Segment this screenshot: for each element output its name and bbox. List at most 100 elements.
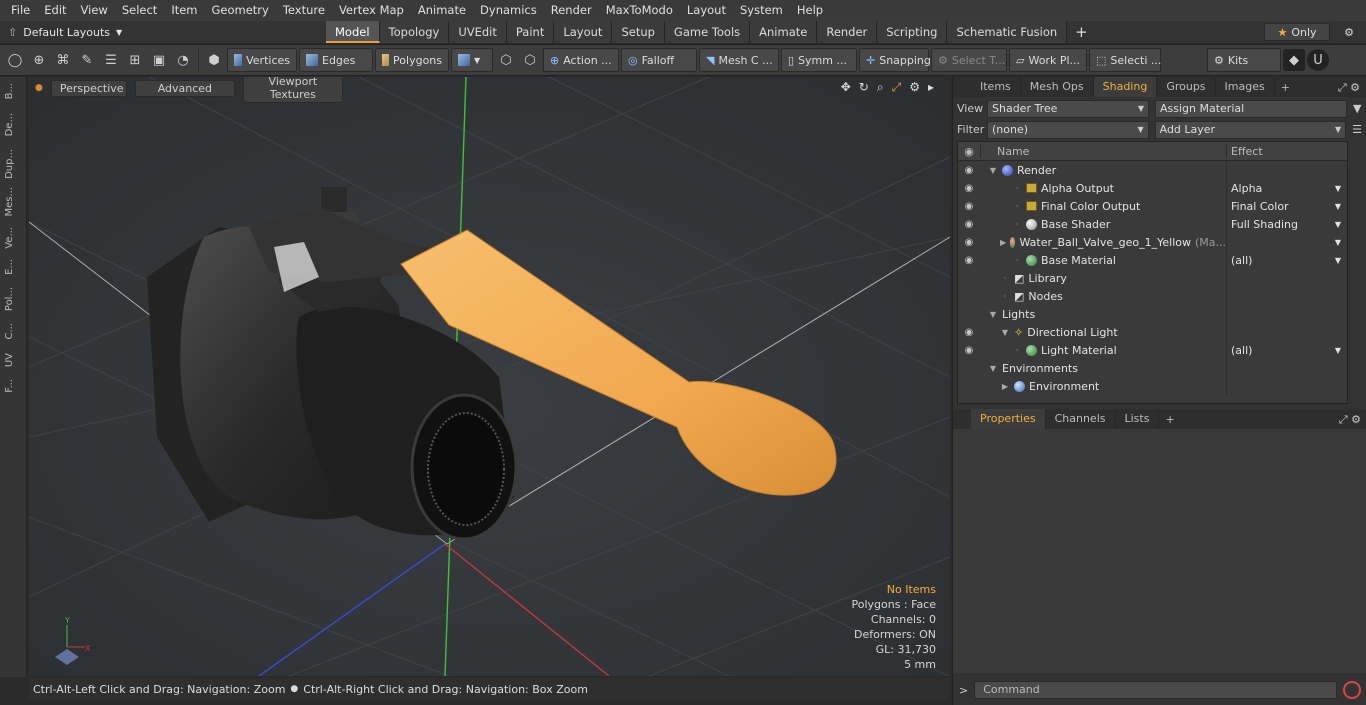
work-plane-button[interactable]: ▱ Work Pl... — [1009, 48, 1087, 72]
tree-row-effect-cell[interactable] — [1226, 161, 1347, 179]
perspective-button[interactable]: Perspective — [50, 79, 127, 97]
maximize-icon[interactable]: ⤢ — [892, 80, 902, 95]
material-mode-button[interactable]: ▼ — [451, 48, 493, 72]
eye-icon[interactable]: ◉ — [958, 183, 980, 194]
command-input[interactable]: Command — [974, 681, 1338, 699]
edges-button[interactable]: Edges — [299, 48, 373, 72]
3d-viewport[interactable]: Y X ● Perspective Advanced Viewport Text… — [29, 77, 950, 676]
expand-down-icon[interactable]: ▼ — [988, 166, 998, 175]
tree-row-effect-cell[interactable] — [1226, 323, 1347, 341]
view-dropdown[interactable]: Shader Tree ▼ — [987, 99, 1149, 118]
menu-item-animate[interactable]: Animate — [411, 0, 473, 21]
play-icon[interactable]: ▸ — [928, 80, 934, 95]
unreal-icon[interactable]: U — [1307, 49, 1329, 71]
tree-row[interactable]: ▼ Lights — [958, 305, 1347, 323]
tree-branch-icon[interactable]: · — [1012, 220, 1022, 229]
left-strip-tab[interactable]: F... — [4, 379, 22, 393]
chevron-down-icon[interactable]: ▼ — [1335, 220, 1341, 229]
advanced-button[interactable]: Advanced — [134, 79, 235, 97]
left-strip-tab[interactable]: C... — [4, 323, 22, 340]
menu-item-system[interactable]: System — [733, 0, 790, 21]
menu-item-maxtomodo[interactable]: MaxToModo — [599, 0, 680, 21]
tree-row[interactable]: ◉ · Base Material (all) ▼ — [958, 251, 1347, 269]
chevron-down-icon[interactable]: ▼ — [1335, 184, 1341, 193]
tree-branch-icon[interactable]: · — [1000, 292, 1010, 301]
menu-item-select[interactable]: Select — [115, 0, 164, 21]
tab-scripting[interactable]: Scripting — [877, 21, 948, 43]
left-strip-tab[interactable]: Ve... — [4, 227, 22, 249]
left-strip-tab[interactable]: Pol... — [4, 287, 22, 311]
expand-right-icon[interactable]: ▶ — [1000, 238, 1006, 247]
tab-game-tools[interactable]: Game Tools — [664, 21, 751, 43]
item-mode-icon[interactable]: ⬢ — [203, 49, 225, 71]
tab-animate[interactable]: Animate — [750, 21, 818, 43]
circle-select-icon[interactable]: ◯ — [4, 49, 26, 71]
chevron-down-icon[interactable]: ▼ — [1335, 256, 1341, 265]
list-icon[interactable]: ☰ — [1352, 123, 1362, 136]
menu-item-edit[interactable]: Edit — [37, 0, 73, 21]
tab-uvedit[interactable]: UVEdit — [449, 21, 507, 43]
record-icon[interactable] — [1343, 681, 1362, 699]
action-center-button[interactable]: ⊕ Action ... — [543, 48, 619, 72]
layout-dropdown[interactable]: ⇧ Default Layouts ▼ — [0, 26, 326, 39]
tree-branch-icon[interactable]: · — [1012, 346, 1022, 355]
menu-item-dynamics[interactable]: Dynamics — [473, 0, 544, 21]
left-strip-tab[interactable]: E... — [4, 259, 22, 275]
eye-icon[interactable]: ◉ — [958, 237, 980, 248]
vertices-button[interactable]: Vertices — [227, 48, 297, 72]
panel-tab-items[interactable]: Items — [971, 77, 1021, 97]
add-panel-tab-button[interactable]: + — [1275, 81, 1296, 94]
eye-icon[interactable]: ◉ — [958, 327, 980, 338]
panel-expand-icon[interactable]: ⤢ ⚙ — [1338, 81, 1360, 95]
viewport-canvas[interactable]: Y X — [29, 77, 950, 676]
clock-icon[interactable]: ◔ — [172, 49, 194, 71]
select-through-button[interactable]: ⚙ Select T... — [931, 48, 1007, 72]
expand-right-icon[interactable]: ▶ — [1000, 382, 1010, 391]
frame-icon[interactable]: ▣ — [148, 49, 170, 71]
filter-funnel-icon[interactable]: ▼ — [1353, 102, 1361, 115]
properties-expand-icon[interactable]: ⤢ ⚙ — [1339, 413, 1361, 427]
filter-dropdown[interactable]: (none) ▼ — [987, 120, 1149, 139]
move-icon[interactable]: ✥ — [841, 80, 851, 95]
expand-down-icon[interactable]: ▼ — [988, 310, 998, 319]
tree-branch-icon[interactable]: · — [1012, 202, 1022, 211]
tree-row[interactable]: ◉ · Light Material (all) ▼ — [958, 341, 1347, 359]
eye-icon[interactable]: ◉ — [958, 345, 980, 356]
tree-row[interactable]: · ◩ Nodes — [958, 287, 1347, 305]
tree-branch-icon[interactable]: · — [1000, 274, 1010, 283]
tree-row-effect-cell[interactable]: Full Shading ▼ — [1226, 215, 1347, 233]
tree-row[interactable]: · ◩ Library — [958, 269, 1347, 287]
chevron-down-icon[interactable]: ▼ — [1335, 238, 1341, 247]
tree-row-effect-cell[interactable]: (all) ▼ — [1226, 251, 1347, 269]
eye-icon[interactable]: ◉ — [958, 255, 980, 266]
left-strip-tab[interactable]: Dup... — [4, 149, 22, 179]
menu-item-file[interactable]: File — [4, 0, 37, 21]
assign-material-dropdown[interactable]: Assign Material — [1155, 99, 1347, 118]
left-strip-tab[interactable]: Mes... — [4, 187, 22, 217]
expand-down-icon[interactable]: ▼ — [988, 364, 998, 373]
expand-down-icon[interactable]: ▼ — [1000, 328, 1010, 337]
tab-setup[interactable]: Setup — [612, 21, 665, 43]
mesh-constraints-button[interactable]: ◥ Mesh C ... — [699, 48, 779, 72]
selection-sets-button[interactable]: ⬚ Selecti ... — [1089, 48, 1161, 72]
add-properties-tab-button[interactable]: + — [1159, 413, 1180, 426]
tree-row[interactable]: ◉ ▼ Render — [958, 161, 1347, 179]
gear-icon[interactable]: ⚙ — [909, 80, 920, 95]
unity-icon[interactable]: ◆ — [1283, 49, 1305, 71]
tree-row[interactable]: ◉ · Base Shader Full Shading ▼ — [958, 215, 1347, 233]
menu-item-render[interactable]: Render — [544, 0, 599, 21]
align-icon[interactable]: ☰ — [100, 49, 122, 71]
eye-icon[interactable]: ◉ — [958, 201, 980, 212]
tree-row[interactable]: ◉ · Final Color Output Final Color ▼ — [958, 197, 1347, 215]
properties-tab-channels[interactable]: Channels — [1046, 409, 1116, 429]
tab-model[interactable]: Model — [326, 21, 380, 43]
gear-icon[interactable]: ⚙ — [1336, 23, 1362, 41]
tree-row-effect-cell[interactable]: Final Color ▼ — [1226, 197, 1347, 215]
add-layer-dropdown[interactable]: Add Layer ▼ — [1154, 120, 1347, 139]
left-strip-tab[interactable]: B... — [4, 83, 22, 99]
polygons-button[interactable]: Polygons — [375, 48, 449, 72]
chevron-down-icon[interactable]: ▼ — [1335, 202, 1341, 211]
eye-icon[interactable]: ◉ — [958, 165, 980, 176]
tab-paint[interactable]: Paint — [506, 21, 555, 43]
properties-tab-properties[interactable]: Properties — [971, 409, 1046, 429]
